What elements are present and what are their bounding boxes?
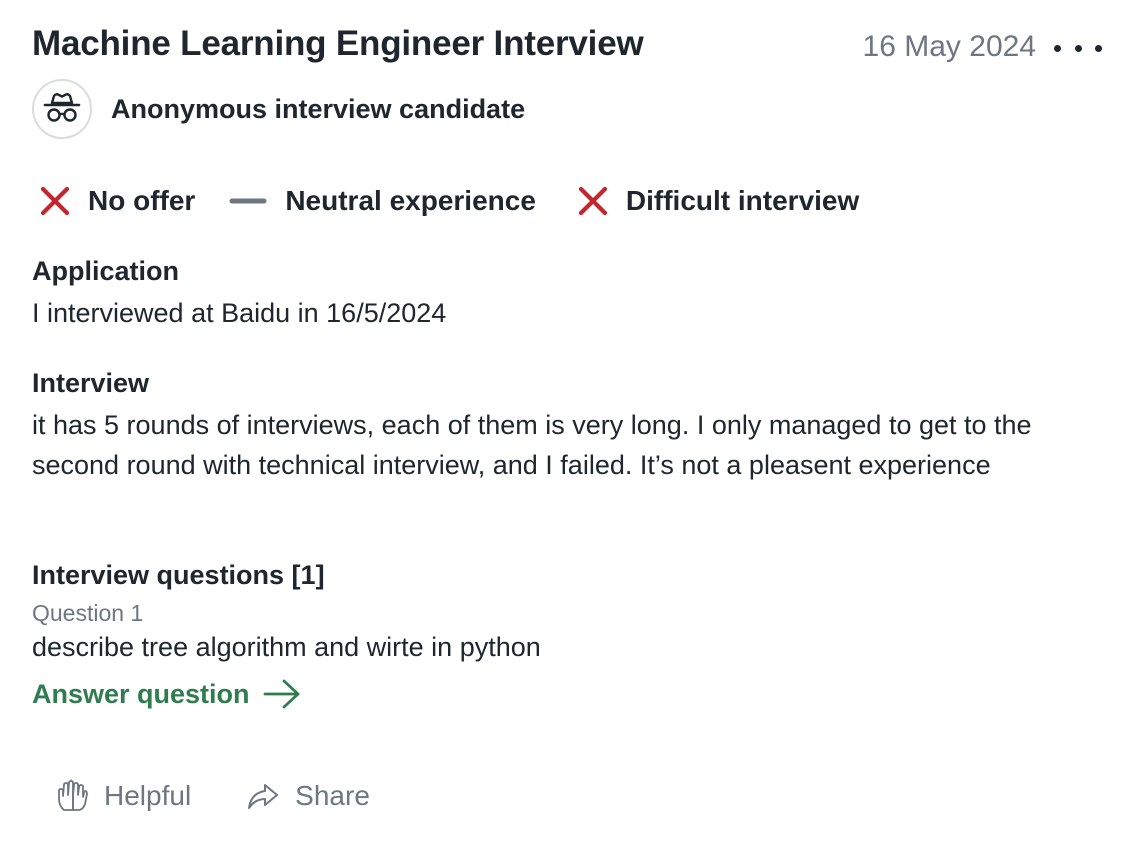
review-title: Machine Learning Engineer Interview (32, 24, 644, 63)
difficulty-rating-label: Difficult interview (625, 185, 860, 216)
helpful-button[interactable]: Helpful (54, 778, 191, 814)
review-author: Anonymous interview candidate (32, 79, 525, 139)
interview-review-card: Machine Learning Engineer Interview 16 M… (32, 0, 1102, 850)
offer-status-label: No offer (88, 185, 196, 216)
share-arrow-icon (245, 778, 281, 814)
more-horizontal-icon (1054, 44, 1061, 52)
arrow-right-icon (262, 676, 302, 712)
answer-question-label: Answer question (32, 678, 250, 709)
difficulty-rating: Difficult interview (570, 182, 859, 220)
application-text: I interviewed at Baidu in 16/5/2024 (32, 298, 447, 328)
more-options-button[interactable] (1054, 34, 1102, 62)
question-text: describe tree algorithm and wirte in pyt… (32, 632, 541, 662)
author-name: Anonymous interview candidate (111, 93, 526, 124)
dash-icon (229, 182, 275, 220)
review-date: 16 May 2024 (862, 30, 1036, 63)
x-icon (32, 182, 78, 220)
high-five-icon (54, 778, 90, 814)
offer-status: No offer (32, 182, 195, 220)
interview-questions-heading: Interview questions [1] (32, 560, 325, 590)
more-horizontal-icon (1095, 44, 1102, 52)
interview-text: it has 5 rounds of interviews, each of t… (32, 410, 1032, 480)
share-label: Share (295, 780, 370, 811)
share-button[interactable]: Share (245, 778, 370, 814)
helpful-label: Helpful (104, 780, 192, 811)
avatar (32, 79, 92, 139)
application-heading: Application (32, 256, 179, 286)
review-actions: Helpful Share (54, 778, 424, 814)
anonymous-spy-icon (43, 93, 81, 122)
rating-summary: No offer Neutral experience Difficult in… (32, 182, 893, 220)
experience-rating-label: Neutral experience (285, 185, 536, 216)
question-label: Question 1 (32, 600, 144, 626)
answer-question-link[interactable]: Answer question (32, 676, 302, 712)
more-horizontal-icon (1074, 44, 1082, 52)
x-icon (570, 182, 616, 220)
experience-rating: Neutral experience (229, 182, 536, 220)
interview-heading: Interview (32, 368, 150, 398)
